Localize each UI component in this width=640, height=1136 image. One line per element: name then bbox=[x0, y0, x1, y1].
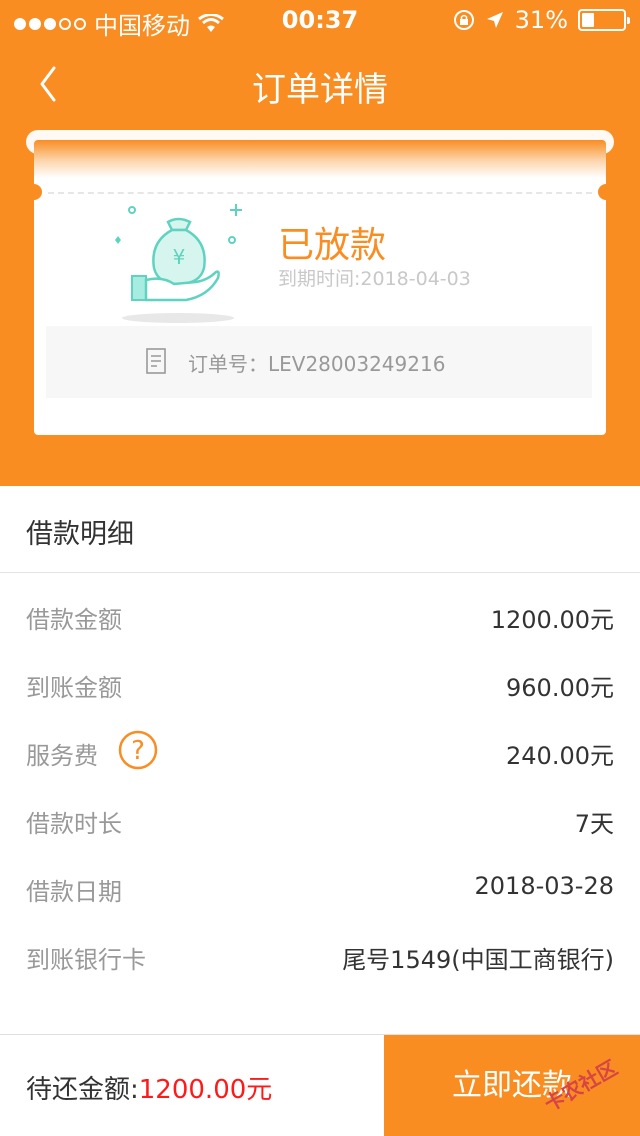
detail-row-loan-amount: 借款金额 1200.00元 bbox=[26, 594, 614, 634]
svg-text:?: ? bbox=[131, 736, 145, 766]
pending-amount: 待还金额:1200.00元 bbox=[26, 1069, 272, 1106]
detail-value: 960.00元 bbox=[506, 674, 614, 702]
section-divider bbox=[0, 572, 640, 573]
detail-label: 借款日期 bbox=[26, 878, 122, 906]
loan-status-card: ¥ 已放款 到期时间:2018-04-03 订单号：LEV28003249216 bbox=[34, 140, 606, 435]
bottom-action-bar: 待还金额:1200.00元 立即还款 bbox=[0, 1034, 640, 1136]
detail-label: 到账金额 bbox=[26, 674, 122, 702]
detail-row-duration: 借款时长 7天 bbox=[26, 798, 614, 838]
battery-icon bbox=[578, 9, 630, 31]
section-heading: 借款明细 bbox=[26, 519, 134, 550]
pending-label: 待还金额: bbox=[26, 1075, 139, 1105]
detail-label: 借款金额 bbox=[26, 606, 122, 634]
due-date: 到期时间:2018-04-03 bbox=[278, 268, 471, 290]
status-right: 31% bbox=[453, 6, 630, 34]
card-notch-right bbox=[598, 184, 614, 200]
order-number: 订单号：LEV28003249216 bbox=[188, 352, 446, 376]
detail-label: 到账银行卡 bbox=[26, 946, 146, 974]
detail-row-loan-date: 借款日期 2018-03-28 bbox=[26, 866, 614, 906]
detail-value: 7天 bbox=[574, 810, 614, 838]
navigation-bar: 订单详情 bbox=[0, 40, 640, 128]
detail-value: 240.00元 bbox=[506, 742, 614, 770]
loan-details-section: 借款明细 借款金额 1200.00元 到账金额 960.00元 服务费 ? 24… bbox=[0, 486, 640, 1034]
order-number-box: 订单号：LEV28003249216 bbox=[46, 326, 592, 398]
detail-label: 服务费 bbox=[26, 742, 98, 770]
status-bar: 中国移动 00:37 31% bbox=[0, 0, 640, 40]
detail-row-bank-card: 到账银行卡 尾号1549(中国工商银行) bbox=[26, 934, 614, 974]
money-bag-hand-icon: ¥ bbox=[115, 204, 242, 323]
battery-percent: 31% bbox=[514, 6, 568, 34]
pending-value: 1200.00元 bbox=[138, 1075, 273, 1105]
question-icon[interactable]: ? bbox=[118, 730, 158, 770]
detail-value: 1200.00元 bbox=[490, 606, 614, 634]
document-icon bbox=[146, 348, 166, 374]
location-icon bbox=[486, 12, 503, 28]
orientation-lock-icon bbox=[453, 10, 474, 30]
detail-value: 尾号1549(中国工商银行) bbox=[342, 946, 614, 974]
card-notch-left bbox=[26, 184, 42, 200]
loan-status: 已放款 bbox=[278, 225, 387, 266]
detail-row-service-fee: 服务费 ? 240.00元 bbox=[26, 730, 614, 770]
page-title: 订单详情 bbox=[252, 70, 388, 110]
detail-row-received-amount: 到账金额 960.00元 bbox=[26, 662, 614, 702]
detail-value: 2018-03-28 bbox=[474, 872, 614, 900]
svg-text:¥: ¥ bbox=[173, 245, 186, 269]
detail-label: 借款时长 bbox=[26, 810, 122, 838]
card-divider bbox=[48, 192, 592, 194]
